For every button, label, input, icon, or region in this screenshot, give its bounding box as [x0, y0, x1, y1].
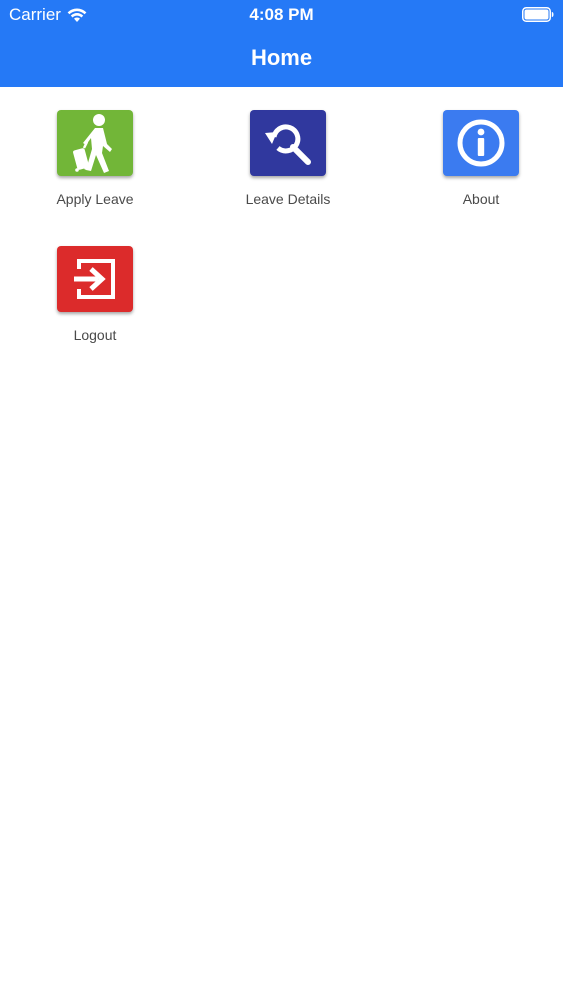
info-icon — [457, 119, 505, 167]
leave-details-icon-box — [250, 110, 326, 176]
status-time: 4:08 PM — [249, 5, 314, 24]
history-search-icon — [265, 124, 311, 165]
about-label: About — [462, 191, 500, 207]
about-icon-box — [443, 110, 519, 176]
about-button[interactable]: About — [396, 87, 563, 207]
walking-traveler-icon — [73, 114, 112, 173]
logout-button[interactable]: Logout — [10, 223, 180, 343]
leave-details-button[interactable]: Leave Details — [203, 87, 373, 207]
page-title: Home — [250, 45, 313, 70]
logout-icon — [74, 259, 115, 299]
apply-leave-button[interactable]: Apply Leave — [10, 87, 180, 207]
apply-leave-icon-box — [57, 110, 133, 176]
logout-label: Logout — [73, 327, 117, 343]
battery-icon — [522, 7, 554, 22]
apply-leave-label: Apply Leave — [56, 191, 134, 207]
status-bar: Carrier 4:08 PM — [0, 0, 563, 30]
logout-icon-box — [57, 246, 133, 312]
leave-details-label: Leave Details — [245, 191, 331, 207]
home-screen: Carrier 4:08 PM Home Apply Leave Leave D… — [0, 0, 563, 1000]
app-header: Carrier 4:08 PM Home — [0, 0, 563, 87]
